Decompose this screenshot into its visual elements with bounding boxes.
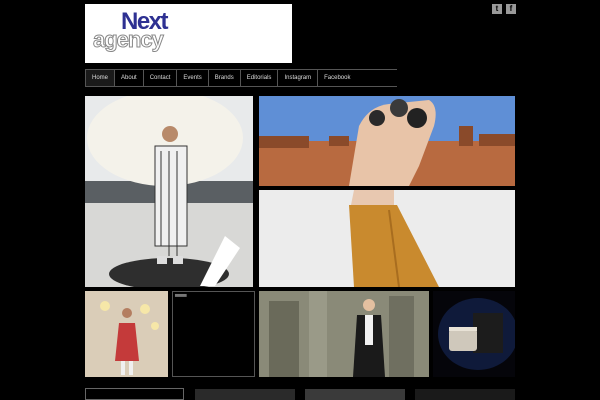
nav-brands[interactable]: Brands xyxy=(209,70,241,86)
dress-model-photo[interactable] xyxy=(85,291,168,377)
bottom-tile-3[interactable] xyxy=(305,389,405,400)
nav-editorials[interactable]: Editorials xyxy=(241,70,279,86)
twitter-icon[interactable]: t xyxy=(492,4,502,14)
nav-facebook[interactable]: Facebook xyxy=(318,70,356,86)
ruins-model-photo[interactable] xyxy=(259,291,429,377)
nav-contact[interactable]: Contact xyxy=(144,70,178,86)
nav-about[interactable]: About xyxy=(115,70,144,86)
logo-panel[interactable]: Next agency xyxy=(85,4,292,63)
bottom-tile-1[interactable] xyxy=(85,388,184,400)
main-nav: Home About Contact Events Brands Editori… xyxy=(85,69,397,87)
bottom-tile-2[interactable] xyxy=(195,389,295,400)
cosmetics-product-photo[interactable] xyxy=(433,291,515,377)
umbrella-model-photo[interactable] xyxy=(85,96,253,287)
logo-agency-text: agency xyxy=(93,27,165,52)
nav-events[interactable]: Events xyxy=(177,70,209,86)
bottom-tile-4[interactable] xyxy=(415,389,515,400)
desert-rings-photo[interactable] xyxy=(259,96,515,186)
facebook-icon[interactable]: f xyxy=(506,4,516,14)
dark-video-tile[interactable] xyxy=(172,291,255,377)
nav-instagram[interactable]: Instagram xyxy=(278,70,319,86)
mustard-trousers-photo[interactable] xyxy=(259,190,515,287)
nav-home[interactable]: Home xyxy=(85,70,116,86)
